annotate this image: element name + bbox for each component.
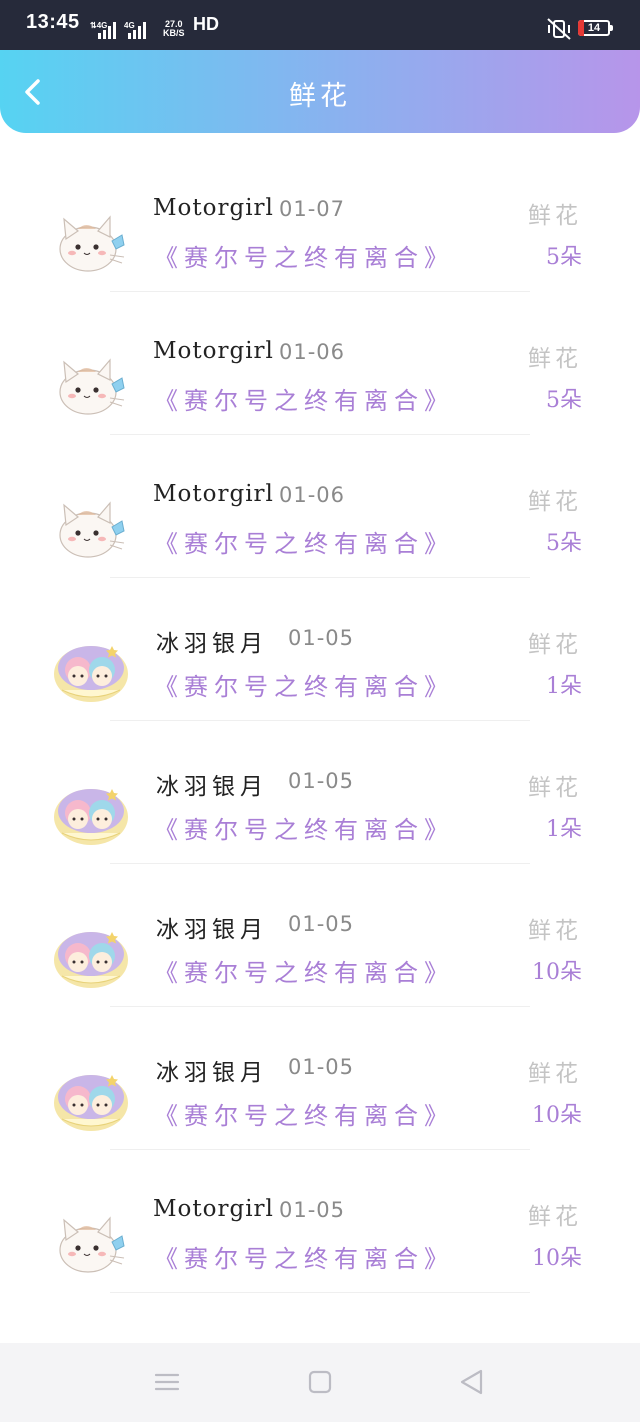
gift-type-label: 鲜花 [528,775,582,801]
user-name[interactable]: Motorgirl [153,1196,274,1222]
book-title-link[interactable]: 《赛尔号之终有离合》 [154,1096,454,1131]
gift-type-label: 鲜花 [528,632,582,658]
user-name[interactable]: 冰羽银月 [156,1053,268,1087]
list-item[interactable]: 冰羽银月 01-05 《赛尔号之终有离合》 鲜花 10朵 [0,1008,640,1151]
book-title-link[interactable]: 《赛尔号之终有离合》 [154,524,454,559]
list-item[interactable]: 冰羽银月 01-05 《赛尔号之终有离合》 鲜花 1朵 [0,722,640,865]
battery-level: 14 [587,22,601,34]
gift-count: 5朵 [546,531,582,556]
divider [110,1292,530,1293]
avatar[interactable] [52,1206,130,1278]
vibrate-off-icon [547,18,571,40]
user-name[interactable]: Motorgirl [153,481,274,507]
book-title-link[interactable]: 《赛尔号之终有离合》 [154,381,454,416]
svg-text:4G: 4G [124,21,135,30]
avatar[interactable] [52,1063,130,1135]
divider [110,291,530,292]
gift-date: 01-06 [279,340,346,364]
gift-date: 01-06 [279,483,346,507]
hd-indicator: HD [193,14,219,34]
gift-type-label: 鲜花 [528,1061,582,1087]
gift-count: 10朵 [532,1246,582,1271]
divider [110,1006,530,1007]
user-name[interactable]: Motorgirl [153,338,274,364]
avatar[interactable] [52,634,130,706]
signal-icon: ⇅4G 4G [90,21,146,39]
user-name[interactable]: Motorgirl [153,195,274,221]
gift-count: 5朵 [546,388,582,413]
divider [110,434,530,435]
header-bar: 鲜花 [0,50,640,133]
book-title-link[interactable]: 《赛尔号之终有离合》 [154,667,454,702]
gift-date: 01-05 [288,769,355,793]
gift-list: Motorgirl 01-07 《赛尔号之终有离合》 鲜花 5朵 Motorgi… [0,150,640,1294]
list-item[interactable]: Motorgirl 01-06 《赛尔号之终有离合》 鲜花 5朵 [0,436,640,579]
page-title: 鲜花 [289,81,351,112]
status-bar: 13:45 ⇅4G 4G 27.0 KB/S HD 14 [0,0,640,50]
user-name[interactable]: 冰羽银月 [156,767,268,801]
book-title-link[interactable]: 《赛尔号之终有离合》 [154,238,454,273]
gift-type-label: 鲜花 [528,918,582,944]
list-item[interactable]: Motorgirl 01-07 《赛尔号之终有离合》 鲜花 5朵 [0,150,640,293]
gift-date: 01-05 [288,626,355,650]
navigation-bar [0,1343,640,1422]
list-item[interactable]: 冰羽银月 01-05 《赛尔号之终有离合》 鲜花 1朵 [0,579,640,722]
gift-type-label: 鲜花 [528,203,582,229]
avatar[interactable] [52,348,130,420]
avatar[interactable] [52,777,130,849]
back-icon[interactable] [457,1367,487,1397]
divider [110,577,530,578]
gift-date: 01-05 [279,1198,346,1222]
gift-count: 1朵 [546,674,582,699]
home-icon[interactable] [305,1367,335,1397]
gift-type-label: 鲜花 [528,346,582,372]
gift-count: 10朵 [532,960,582,985]
gift-count: 10朵 [532,1103,582,1128]
book-title-link[interactable]: 《赛尔号之终有离合》 [154,1239,454,1274]
avatar[interactable] [52,920,130,992]
divider [110,1149,530,1150]
divider [110,863,530,864]
gift-date: 01-07 [279,197,346,221]
book-title-link[interactable]: 《赛尔号之终有离合》 [154,953,454,988]
gift-type-label: 鲜花 [528,1204,582,1230]
book-title-link[interactable]: 《赛尔号之终有离合》 [154,810,454,845]
network-speed-unit: KB/S [163,28,185,38]
menu-icon[interactable] [152,1367,182,1397]
divider [110,720,530,721]
avatar[interactable] [52,491,130,563]
gift-date: 01-05 [288,912,355,936]
battery-icon: 14 [578,20,613,36]
status-time: 13:45 [26,11,80,33]
gift-count: 5朵 [546,245,582,270]
list-item[interactable]: 冰羽银月 01-05 《赛尔号之终有离合》 鲜花 10朵 [0,865,640,1008]
user-name[interactable]: 冰羽银月 [156,910,268,944]
gift-type-label: 鲜花 [528,489,582,515]
avatar[interactable] [52,205,130,277]
list-item[interactable]: Motorgirl 01-06 《赛尔号之终有离合》 鲜花 5朵 [0,293,640,436]
network-speed: 27.0 KB/S [163,20,185,38]
svg-text:⇅4G: ⇅4G [90,21,107,30]
gift-date: 01-05 [288,1055,355,1079]
user-name[interactable]: 冰羽银月 [156,624,268,658]
gift-count: 1朵 [546,817,582,842]
list-item[interactable]: Motorgirl 01-05 《赛尔号之终有离合》 鲜花 10朵 [0,1151,640,1294]
